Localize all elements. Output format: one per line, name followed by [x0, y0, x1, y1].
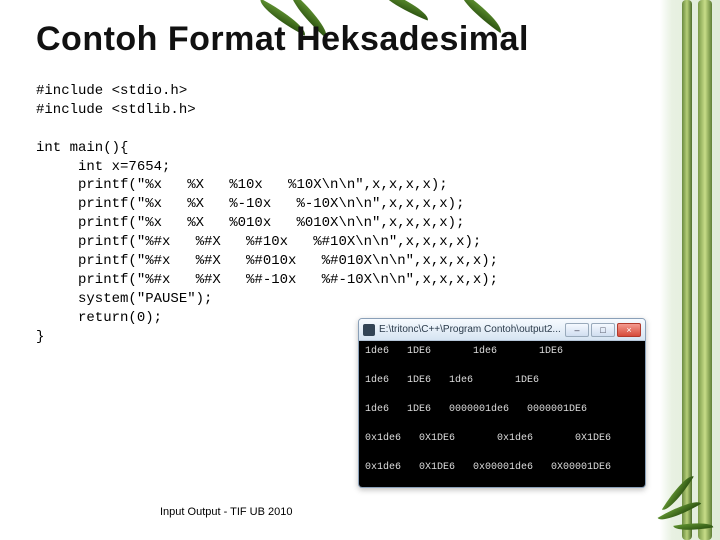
window-title: E:\tritonc\C++\Program Contoh\output2... [379, 324, 565, 335]
bamboo-decoration-right [660, 0, 720, 540]
page-title: Contoh Format Heksadesimal [36, 20, 529, 59]
console-window: E:\tritonc\C++\Program Contoh\output2...… [358, 318, 646, 488]
terminal-output: 1de6 1DE6 1de6 1DE6 1de6 1DE6 1de6 1DE6 … [359, 341, 645, 487]
minimize-button[interactable]: – [565, 323, 589, 337]
code-block: #include <stdio.h> #include <stdlib.h> i… [36, 82, 498, 346]
close-button[interactable]: × [617, 323, 641, 337]
app-icon [363, 324, 375, 336]
maximize-button[interactable]: □ [591, 323, 615, 337]
bamboo-leaves-corner [660, 502, 714, 536]
window-titlebar[interactable]: E:\tritonc\C++\Program Contoh\output2...… [359, 319, 645, 341]
terminal-text: 1de6 1DE6 1de6 1DE6 1de6 1DE6 1de6 1DE6 … [365, 346, 611, 487]
slide-footer: Input Output - TIF UB 2010 [160, 506, 292, 518]
